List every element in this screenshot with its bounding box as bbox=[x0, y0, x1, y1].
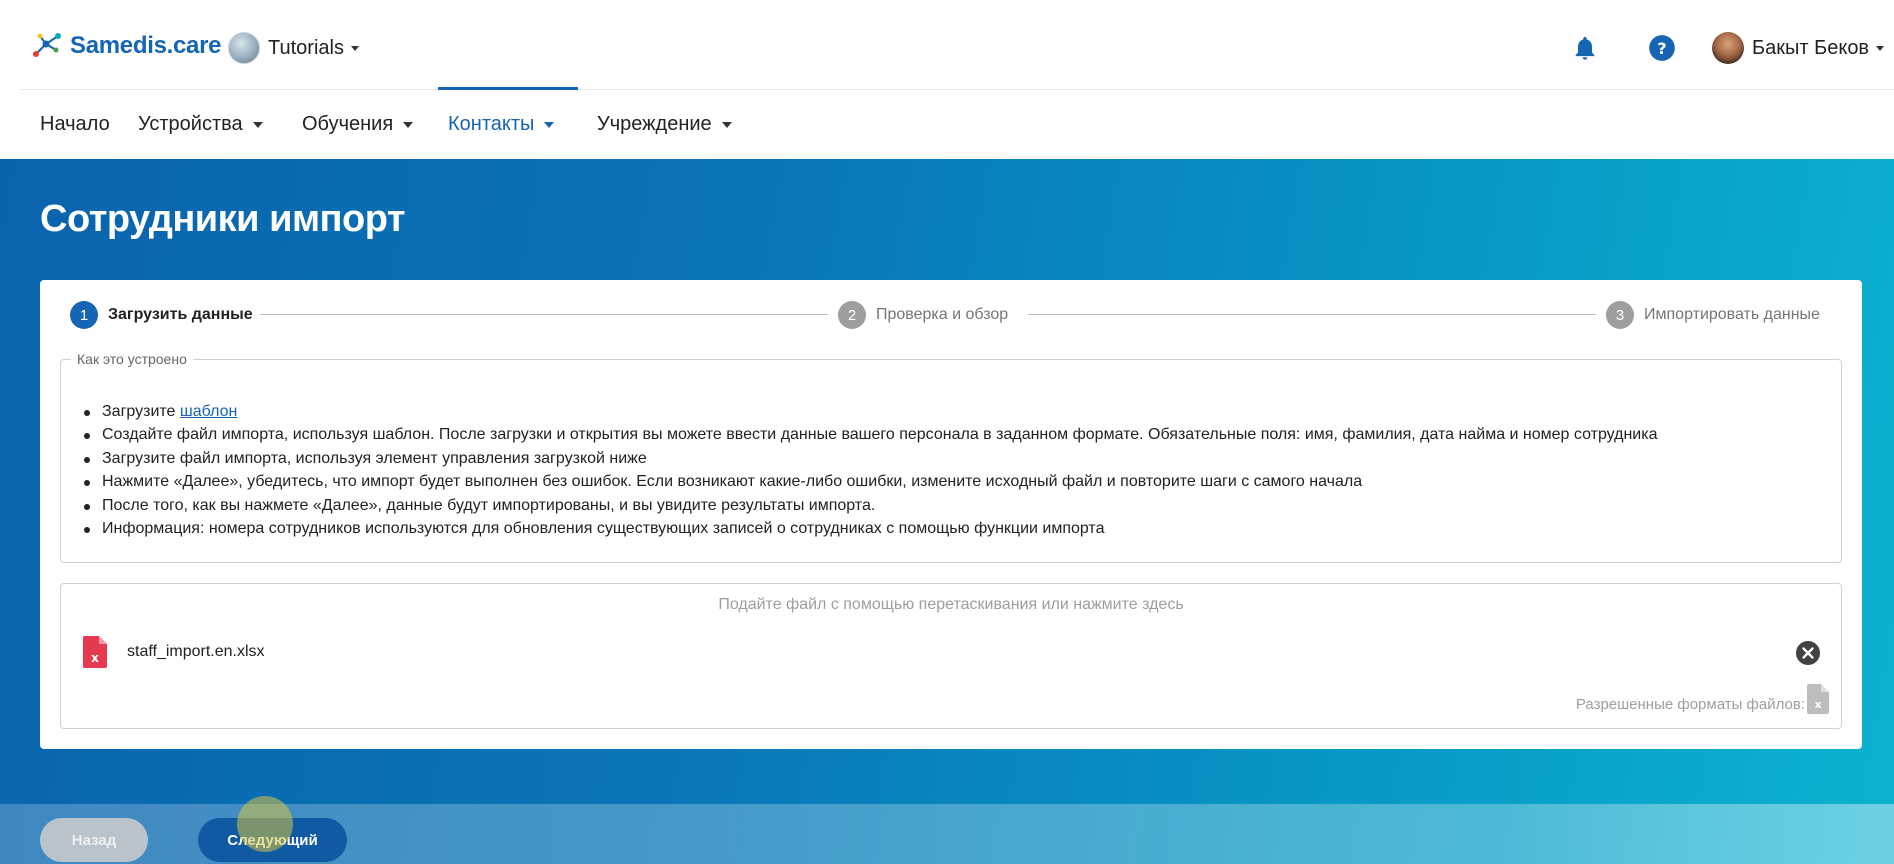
svg-text:x: x bbox=[91, 651, 99, 665]
list-item: Загрузите шаблон bbox=[81, 400, 1658, 423]
step-connector bbox=[1028, 314, 1596, 315]
import-card: 1 Загрузить данные 2 Проверка и обзор 3 … bbox=[40, 280, 1862, 749]
remove-file-icon[interactable] bbox=[1795, 640, 1821, 666]
list-item: Нажмите «Далее», убедитесь, что импорт б… bbox=[81, 470, 1658, 493]
tenant-name: Tutorials bbox=[268, 36, 344, 59]
nav-item-trainings[interactable]: Обучения bbox=[302, 90, 414, 159]
chevron-down-icon bbox=[544, 121, 555, 128]
chevron-down-icon bbox=[1876, 45, 1885, 51]
step-number: 3 bbox=[1606, 301, 1634, 329]
step-label: Загрузить данные bbox=[108, 306, 253, 323]
svg-text:?: ? bbox=[1657, 39, 1666, 58]
chevron-down-icon bbox=[403, 121, 414, 128]
help-icon[interactable]: ? bbox=[1648, 34, 1676, 62]
next-button[interactable]: Следующий bbox=[198, 818, 347, 862]
logo-text: Samedis.care bbox=[70, 32, 222, 59]
back-button[interactable]: Назад bbox=[40, 818, 148, 862]
nav-item-home[interactable]: Начало bbox=[40, 90, 110, 159]
step-upload: 1 Загрузить данные bbox=[70, 300, 253, 330]
main-nav: Начало Устройства Обучения Контакты Учре… bbox=[0, 90, 1894, 159]
action-bar: Назад Следующий bbox=[0, 804, 1894, 864]
howto-legend: Как это устроено bbox=[71, 351, 193, 367]
step-number: 1 bbox=[70, 301, 98, 329]
allowed-formats-label: Разрешенные форматы файлов: bbox=[1575, 696, 1805, 713]
nav-item-label: Устройства bbox=[138, 113, 243, 135]
file-name: staff_import.en.xlsx bbox=[127, 643, 265, 660]
howto-list: Загрузите шаблон Создайте файл импорта, … bbox=[81, 400, 1658, 540]
app-logo[interactable]: Samedis.care bbox=[30, 28, 221, 64]
nav-item-devices[interactable]: Устройства bbox=[138, 90, 263, 159]
list-item: Загрузите файл импорта, используя элемен… bbox=[81, 447, 1658, 470]
user-name: Бакыт Беков bbox=[1752, 36, 1870, 59]
howto-panel: Как это устроено Загрузите шаблон Создай… bbox=[60, 351, 1842, 563]
logo-icon bbox=[33, 33, 61, 57]
step-label: Импортировать данные bbox=[1644, 306, 1820, 323]
list-item: Информация: номера сотрудников использую… bbox=[81, 517, 1658, 540]
tenant-selector[interactable]: Tutorials bbox=[228, 32, 359, 64]
bell-icon[interactable] bbox=[1571, 34, 1599, 62]
stepper: 1 Загрузить данные 2 Проверка и обзор 3 … bbox=[70, 300, 1840, 330]
dropzone-hint: Подайте файл с помощью перетаскивания ил… bbox=[718, 596, 1184, 613]
list-item: После того, как вы нажмете «Далее», данн… bbox=[81, 494, 1658, 517]
step-label: Проверка и обзор bbox=[876, 306, 1009, 323]
excel-format-icon: x bbox=[1807, 684, 1829, 714]
list-item: Создайте файл импорта, используя шаблон.… bbox=[81, 423, 1658, 446]
template-link[interactable]: шаблон bbox=[180, 403, 237, 420]
nav-item-label: Обучения bbox=[302, 113, 394, 135]
active-nav-indicator bbox=[438, 87, 578, 90]
step-review: 2 Проверка и обзор bbox=[838, 300, 1008, 330]
chevron-down-icon bbox=[350, 45, 359, 51]
avatar bbox=[1712, 32, 1744, 64]
chevron-down-icon bbox=[721, 121, 732, 128]
uploaded-file: x staff_import.en.xlsx bbox=[83, 636, 265, 668]
svg-text:x: x bbox=[1814, 698, 1821, 711]
list-item-text: Загрузите bbox=[102, 403, 180, 420]
step-import: 3 Импортировать данные bbox=[1606, 300, 1820, 330]
tenant-avatar bbox=[228, 32, 260, 64]
chevron-down-icon bbox=[252, 121, 263, 128]
nav-item-label: Контакты bbox=[448, 113, 535, 135]
top-bar: Samedis.care Tutorials ? Бакыт Беков bbox=[20, 0, 1894, 90]
nav-item-facility[interactable]: Учреждение bbox=[597, 90, 732, 159]
user-menu[interactable]: Бакыт Беков bbox=[1712, 32, 1885, 64]
nav-item-label: Начало bbox=[40, 113, 110, 135]
nav-item-label: Учреждение bbox=[597, 113, 712, 135]
excel-file-icon: x bbox=[83, 636, 107, 668]
step-number: 2 bbox=[838, 301, 866, 329]
file-dropzone[interactable]: Подайте файл с помощью перетаскивания ил… bbox=[60, 583, 1842, 729]
step-connector bbox=[260, 314, 828, 315]
page-title: Сотрудники импорт bbox=[40, 198, 406, 240]
nav-item-contacts[interactable]: Контакты bbox=[448, 90, 555, 159]
